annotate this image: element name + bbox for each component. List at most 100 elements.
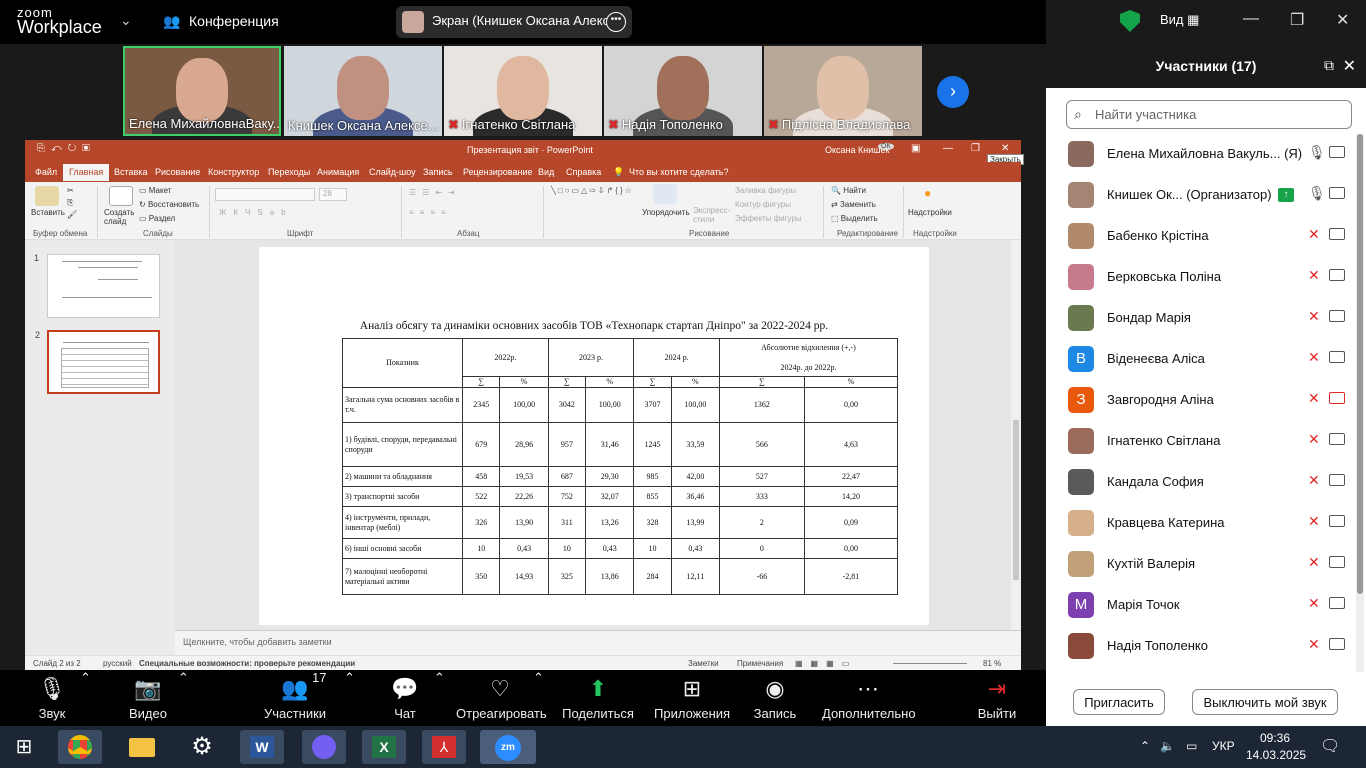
section-button[interactable]: ▭ Раздел (139, 214, 175, 223)
video-tile-1[interactable]: Елена МихайловнаВаку... (123, 46, 281, 136)
chrome-icon[interactable] (58, 730, 102, 764)
tab-home[interactable]: Главная (63, 164, 110, 181)
meeting-info-button[interactable]: 👥 Конференция (163, 13, 279, 30)
slide-canvas[interactable]: Аналіз обсягу та динаміки основних засоб… (259, 247, 929, 625)
tab-insert[interactable]: Вставка (114, 167, 147, 177)
view-button[interactable]: Вид ▦ (1160, 12, 1199, 28)
camera-icon[interactable] (1329, 597, 1345, 609)
shape-effects-button[interactable]: Эффекты фигуры (735, 214, 802, 223)
shape-fill-button[interactable]: Заливка фигуры (735, 186, 796, 195)
tab-view[interactable]: Вид (538, 167, 554, 177)
mic-muted-icon[interactable]: ✕ (1308, 267, 1320, 284)
tab-design[interactable]: Конструктор (208, 167, 259, 177)
microphone-icon[interactable]: 🎙 (1308, 185, 1326, 202)
layout-button[interactable]: ▭ Макет (139, 186, 171, 195)
explorer-icon[interactable] (120, 730, 164, 764)
mic-muted-icon[interactable]: ✕ (1308, 595, 1320, 612)
participant-row[interactable]: Надія Тополенко ✕ (1046, 626, 1356, 667)
chat-chevron-icon[interactable]: ⌃ (434, 670, 445, 686)
tab-file[interactable]: Файл (35, 167, 57, 177)
tab-review[interactable]: Рецензирование (463, 167, 533, 177)
popout-icon[interactable]: ⧉ (1324, 57, 1334, 74)
camera-icon[interactable] (1329, 474, 1345, 486)
react-button[interactable]: ♡ Отреагировать (456, 670, 547, 726)
settings-icon[interactable]: ⚙ (180, 730, 224, 764)
invite-button[interactable]: Пригласить (1073, 689, 1165, 715)
clock-time[interactable]: 09:36 (1260, 731, 1290, 745)
mic-muted-icon[interactable]: ✕ (1308, 226, 1320, 243)
data-table[interactable]: Показник 2022р. 2023 р. 2024 р. Абсолютн… (342, 338, 899, 595)
align-icons[interactable]: ≡≡≡≡ (409, 208, 452, 217)
participant-row[interactable]: З Завгородня Аліна ✕ (1046, 380, 1356, 421)
video-tile-3[interactable]: ✖ Ігнатенко Світлана (444, 46, 602, 136)
ppt-close-icon[interactable]: ✕ (1001, 143, 1009, 154)
mic-muted-icon[interactable]: ✕ (1308, 513, 1320, 530)
video-button[interactable]: 📷 Видео (120, 670, 176, 726)
security-shield-icon[interactable] (1120, 10, 1140, 32)
slide-thumb-2[interactable]: 2 (35, 330, 160, 394)
video-tile-4[interactable]: ✖ Надія Тополенко (604, 46, 762, 136)
participant-row[interactable]: Берковська Поліна ✕ (1046, 257, 1356, 298)
participant-row[interactable]: Кандала София ✕ (1046, 462, 1356, 503)
video-tile-2[interactable]: Книшек Оксана Алексе... (284, 46, 442, 136)
ribbon-display-icon[interactable]: ▣ (911, 143, 920, 154)
camera-icon[interactable] (1329, 351, 1345, 363)
copy-icon[interactable]: ⎘ (67, 198, 73, 208)
arrange-icon[interactable] (653, 184, 677, 204)
addins-button[interactable]: Надстройки (908, 208, 952, 217)
font-format-icons[interactable]: ЖКЧSab (219, 208, 293, 217)
more-button[interactable]: ⋯ Дополнительно (822, 670, 916, 726)
gallery-next-button[interactable]: › (937, 76, 969, 108)
mic-muted-icon[interactable]: ✕ (1308, 390, 1320, 407)
camera-icon[interactable] (1329, 146, 1345, 158)
mic-muted-icon[interactable]: ✕ (1308, 308, 1320, 325)
network-icon[interactable]: ▭ (1186, 739, 1197, 753)
status-zoom[interactable]: 81 % (983, 659, 1001, 668)
camera-icon[interactable] (1329, 187, 1345, 199)
reset-button[interactable]: ↻ Восстановить (139, 200, 199, 209)
zoom-slider[interactable] (893, 663, 967, 664)
restore-icon[interactable]: ❐ (1290, 10, 1304, 30)
chevron-down-icon[interactable]: ⌄ (120, 12, 132, 29)
find-button[interactable]: 🔍 Найти (831, 186, 866, 195)
scroll-thumb[interactable] (1013, 420, 1019, 580)
status-comments-button[interactable]: Примечания (737, 659, 783, 668)
slide-thumb-1[interactable]: 1 (34, 253, 160, 318)
select-button[interactable]: ⬚ Выделить (831, 214, 878, 223)
participant-row[interactable]: Кравцева Катерина ✕ (1046, 503, 1356, 544)
font-family-input[interactable] (215, 188, 315, 201)
camera-icon[interactable] (1329, 392, 1345, 404)
quick-access-icons[interactable]: ⎘↶↻▣ (37, 143, 96, 154)
language-indicator[interactable]: УКР (1212, 739, 1235, 753)
status-lang[interactable]: русский (103, 659, 132, 668)
acrobat-icon[interactable]: ⅄ (422, 730, 466, 764)
ppt-minimize-icon[interactable]: — (943, 143, 953, 154)
video-tile-5[interactable]: ✖ Підлісна Владислава (764, 46, 922, 136)
more-dots-icon[interactable]: ••• (606, 12, 626, 32)
microphone-icon[interactable]: 🎙 (1308, 144, 1326, 161)
tray-chevron-icon[interactable]: ⌃ (1140, 739, 1150, 753)
tab-record[interactable]: Запись (423, 167, 453, 177)
mute-me-button[interactable]: Выключить мой звук (1192, 689, 1338, 715)
camera-icon[interactable] (1329, 228, 1345, 240)
tab-help[interactable]: Справка (566, 167, 601, 177)
paste-icon[interactable] (35, 186, 59, 206)
zoom-icon[interactable]: zm (480, 730, 536, 764)
start-icon[interactable]: ⊞ (2, 730, 46, 764)
participant-row[interactable]: Бабенко Крістіна ✕ (1046, 216, 1356, 257)
viber-icon[interactable] (302, 730, 346, 764)
participants-chevron-icon[interactable]: ⌃ (344, 670, 355, 686)
share-button[interactable]: ⬆ Поделиться (562, 670, 634, 726)
mic-muted-icon[interactable]: ✕ (1308, 472, 1320, 489)
camera-icon[interactable] (1329, 433, 1345, 445)
apps-button[interactable]: ⊞ Приложения (654, 670, 730, 726)
addins-icon[interactable]: ● (924, 186, 931, 200)
audio-options-chevron-icon[interactable]: ⌃ (80, 670, 91, 686)
participant-row[interactable]: Кухтій Валерія ✕ (1046, 544, 1356, 585)
excel-icon[interactable]: X (362, 730, 406, 764)
volume-icon[interactable]: 🔈 (1160, 739, 1175, 753)
camera-icon[interactable] (1329, 269, 1345, 281)
participant-row[interactable]: Бондар Марія ✕ (1046, 298, 1356, 339)
mic-muted-icon[interactable]: ✕ (1308, 636, 1320, 653)
camera-icon[interactable] (1329, 556, 1345, 568)
